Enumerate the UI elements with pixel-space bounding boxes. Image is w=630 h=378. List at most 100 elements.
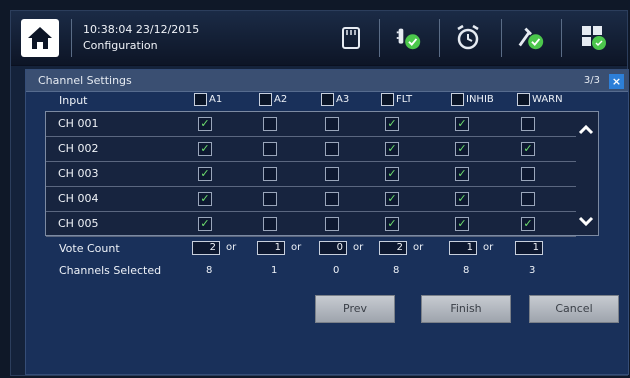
channel-label: CH 002: [58, 142, 99, 155]
column-header-a3[interactable]: A3: [321, 93, 349, 106]
top-bar: 10:38:04 23/12/2015 Configuration: [11, 11, 627, 66]
checked-checkbox[interactable]: ✓: [521, 217, 535, 231]
scroll-down-button[interactable]: [577, 212, 595, 230]
unchecked-checkbox[interactable]: [521, 117, 535, 131]
channel-label: CH 005: [58, 217, 99, 230]
unchecked-checkbox[interactable]: [325, 167, 339, 181]
screen-subtitle: Configuration: [83, 39, 158, 52]
channels-selected-count: 8: [393, 265, 400, 276]
column-header-flt[interactable]: FLT: [381, 93, 412, 106]
checked-checkbox[interactable]: ✓: [198, 192, 212, 206]
column-header-a2[interactable]: A2: [259, 93, 287, 106]
checked-checkbox[interactable]: ✓: [385, 117, 399, 131]
layout-grid-icon: [582, 26, 606, 50]
table-row: CH 005 ✓ ✓ ✓ ✓: [46, 212, 576, 237]
finish-button[interactable]: Finish: [421, 295, 511, 323]
vote-count-input[interactable]: 2: [379, 241, 407, 255]
column-select-checkbox[interactable]: [381, 93, 394, 106]
unchecked-checkbox[interactable]: [263, 192, 277, 206]
channel-label: CH 003: [58, 167, 99, 180]
power-status-button[interactable]: [393, 23, 423, 53]
checked-checkbox[interactable]: ✓: [385, 167, 399, 181]
separator: [379, 19, 380, 57]
status-datetime: 10:38:04 23/12/2015 Configuration: [83, 22, 199, 54]
chevron-down-icon: [578, 216, 594, 227]
channels-selected-count: 8: [463, 265, 470, 276]
clock-text: 10:38:04 23/12/2015: [83, 23, 200, 36]
vote-count-input[interactable]: 0: [319, 241, 347, 255]
prev-button[interactable]: Prev: [315, 295, 395, 323]
separator: [439, 19, 440, 57]
column-header-label: INHIB: [466, 94, 494, 105]
checked-checkbox[interactable]: ✓: [455, 192, 469, 206]
column-header-warn[interactable]: WARN: [517, 93, 563, 106]
alarm-button[interactable]: [453, 23, 483, 53]
close-button[interactable]: ×: [609, 74, 624, 89]
cancel-button[interactable]: Cancel: [529, 295, 619, 323]
column-select-checkbox[interactable]: [194, 93, 207, 106]
storage-card-icon: [342, 27, 360, 49]
column-header-label: A2: [274, 94, 288, 105]
column-select-checkbox[interactable]: [517, 93, 530, 106]
unchecked-checkbox[interactable]: [521, 192, 535, 206]
channel-label: CH 001: [58, 117, 99, 130]
channel-table: CH 001 ✓ ✓ ✓ CH 002 ✓ ✓ ✓ ✓ CH 003 ✓ ✓ ✓ CH 004 ✓ ✓ ✓ CH …: [45, 111, 599, 237]
unchecked-checkbox[interactable]: [325, 217, 339, 231]
unchecked-checkbox[interactable]: [263, 217, 277, 231]
vote-count-input[interactable]: 1: [257, 241, 285, 255]
device-screen: 10:38:04 23/12/2015 Configuration Channe…: [10, 10, 629, 376]
separator: [71, 19, 72, 57]
or-separator: or: [353, 242, 364, 253]
dialog-title: Channel Settings: [26, 70, 628, 92]
checked-checkbox[interactable]: ✓: [455, 217, 469, 231]
tools-button[interactable]: [516, 23, 546, 53]
checked-checkbox[interactable]: ✓: [198, 117, 212, 131]
table-row: CH 004 ✓ ✓ ✓: [46, 187, 576, 212]
or-separator: or: [226, 242, 237, 253]
checked-checkbox[interactable]: ✓: [198, 142, 212, 156]
chevron-up-icon: [578, 124, 594, 135]
unchecked-checkbox[interactable]: [521, 167, 535, 181]
vote-count-input[interactable]: 2: [192, 241, 220, 255]
checked-checkbox[interactable]: ✓: [198, 217, 212, 231]
column-header-label: A1: [209, 94, 223, 105]
column-header-inhib[interactable]: INHIB: [451, 93, 494, 106]
storage-card-button[interactable]: [336, 23, 366, 53]
column-select-checkbox[interactable]: [451, 93, 464, 106]
column-select-checkbox[interactable]: [259, 93, 272, 106]
channels-selected-label: Channels Selected: [59, 264, 162, 277]
unchecked-checkbox[interactable]: [325, 192, 339, 206]
unchecked-checkbox[interactable]: [325, 142, 339, 156]
checked-checkbox[interactable]: ✓: [385, 192, 399, 206]
vote-count-label: Vote Count: [59, 242, 120, 255]
checked-checkbox[interactable]: ✓: [385, 142, 399, 156]
channels-selected-count: 8: [206, 265, 213, 276]
separator: [561, 19, 562, 57]
checked-checkbox[interactable]: ✓: [455, 142, 469, 156]
vote-count-input[interactable]: 1: [449, 241, 477, 255]
channels-selected-count: 0: [333, 265, 340, 276]
unchecked-checkbox[interactable]: [263, 117, 277, 131]
checked-checkbox[interactable]: ✓: [198, 167, 212, 181]
unchecked-checkbox[interactable]: [325, 117, 339, 131]
layout-button[interactable]: [579, 23, 609, 53]
table-scrollbar: [574, 112, 598, 235]
vote-count-input[interactable]: 1: [515, 241, 543, 255]
checked-checkbox[interactable]: ✓: [455, 167, 469, 181]
unchecked-checkbox[interactable]: [263, 167, 277, 181]
scroll-up-button[interactable]: [577, 121, 595, 139]
channel-label: CH 004: [58, 192, 99, 205]
home-button[interactable]: [21, 19, 59, 57]
column-header-a1[interactable]: A1: [194, 93, 222, 106]
channels-selected-count: 1: [271, 265, 278, 276]
column-header-label: FLT: [396, 94, 413, 105]
checked-checkbox[interactable]: ✓: [521, 142, 535, 156]
page-indicator: 3/3: [583, 75, 600, 86]
checked-checkbox[interactable]: ✓: [455, 117, 469, 131]
unchecked-checkbox[interactable]: [263, 142, 277, 156]
power-plug-ok-icon: [396, 28, 421, 50]
column-header-label: A3: [336, 94, 350, 105]
column-select-checkbox[interactable]: [321, 93, 334, 106]
column-header-label: WARN: [532, 94, 563, 105]
checked-checkbox[interactable]: ✓: [385, 217, 399, 231]
